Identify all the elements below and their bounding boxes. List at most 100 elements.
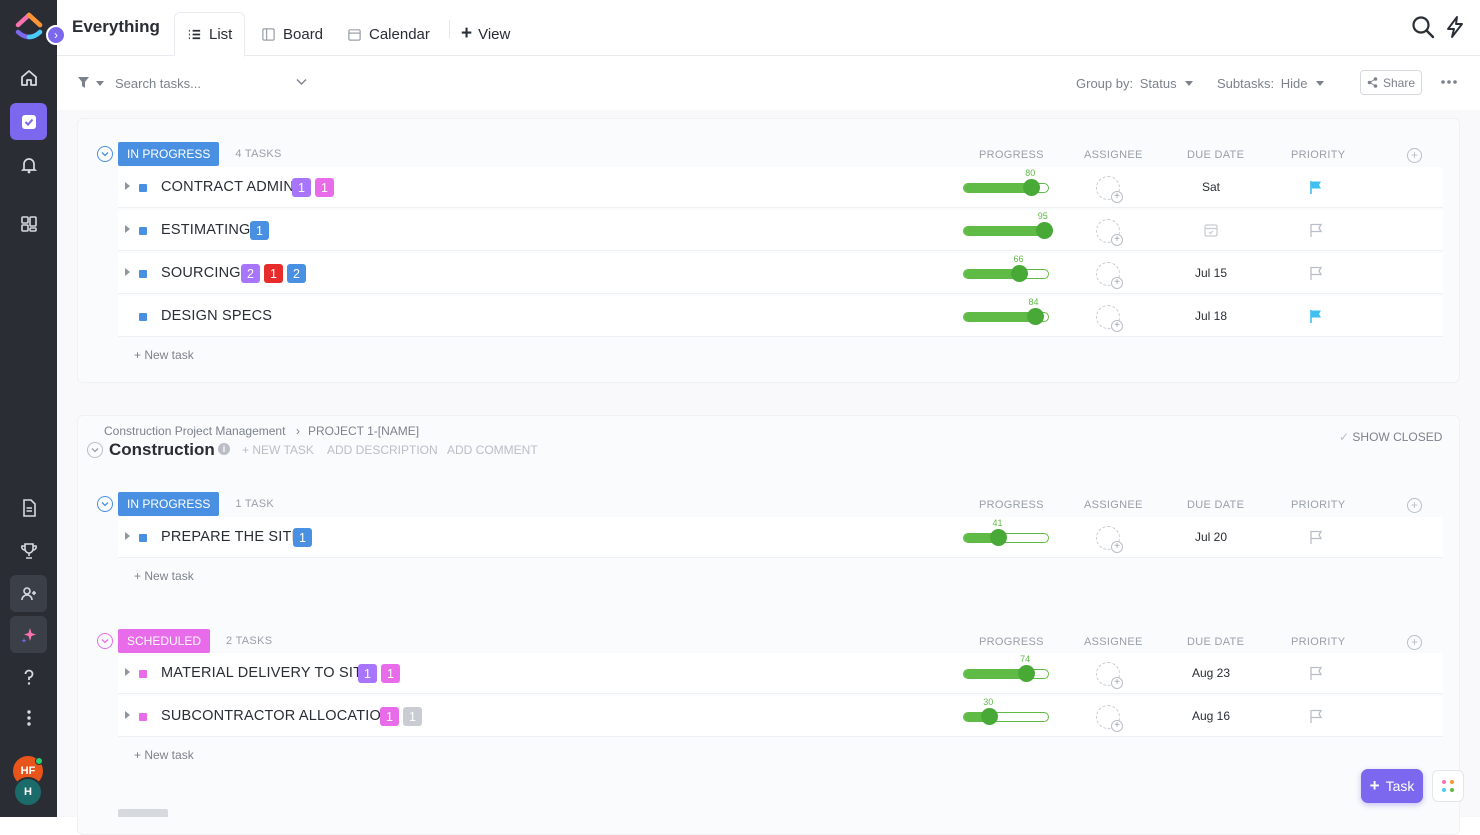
priority-flag-icon[interactable] [1308,179,1324,195]
task-row[interactable]: CONTRACT ADMIN1180+Sat [118,167,1443,208]
subtasks-control[interactable]: Subtasks: Hide [1217,76,1324,91]
avatar-user[interactable]: H [13,777,43,807]
expand-subtasks-icon[interactable] [125,225,130,233]
add-assignee-icon[interactable]: + [1096,262,1120,286]
task-row[interactable]: SUBCONTRACTOR ALLOCATION1130+Aug 16 [118,696,1443,737]
clickup-logo[interactable] [14,10,44,44]
column-header-assignee[interactable]: ASSIGNEE [1084,499,1143,511]
count-badge[interactable]: 1 [315,178,334,197]
column-header-due-date[interactable]: DUE DATE [1187,149,1244,161]
status-square-icon[interactable] [139,184,147,192]
progress-handle[interactable] [1036,222,1053,239]
count-badge[interactable]: 1 [250,221,269,240]
ai-sparkle-icon[interactable] [10,616,47,653]
progress-handle[interactable] [1011,265,1028,282]
add-new-task-link[interactable]: + NEW TASK [242,443,314,457]
count-badge[interactable]: 1 [264,264,283,283]
progress-handle[interactable] [1027,308,1044,325]
more-horizontal-icon[interactable] [1440,79,1458,85]
task-row[interactable]: SOURCING21266+Jul 15 [118,253,1443,294]
progress-slider[interactable]: 30 [963,712,1049,722]
expand-subtasks-icon[interactable] [125,668,130,676]
add-assignee-icon[interactable]: + [1096,526,1120,550]
lightning-icon[interactable] [1442,14,1468,40]
status-badge[interactable]: IN PROGRESS [118,142,219,166]
task-name[interactable]: CONTRACT ADMIN [161,179,294,195]
group-by-control[interactable]: Group by: Status [1076,76,1193,91]
filter-icon[interactable] [77,76,90,89]
expand-subtasks-icon[interactable] [125,268,130,276]
collapse-list-toggle[interactable] [87,442,103,458]
new-task-button[interactable]: + New task [134,748,194,762]
status-square-icon[interactable] [139,534,147,542]
add-assignee-icon[interactable]: + [1096,305,1120,329]
breadcrumb-folder[interactable]: PROJECT 1-[NAME] [308,424,419,438]
new-task-button[interactable]: + New task [134,569,194,583]
breadcrumb-space[interactable]: Construction Project Management [104,424,285,438]
new-task-button[interactable]: + New task [134,348,194,362]
search-input[interactable]: Search tasks... [115,76,201,91]
tab-board[interactable]: Board [249,12,335,56]
task-row[interactable]: PREPARE THE SITE141+Jul 20 [118,517,1443,558]
count-badge[interactable]: 2 [241,264,260,283]
column-header-priority[interactable]: PRIORITY [1291,636,1345,648]
add-column-icon[interactable]: + [1407,635,1422,650]
add-assignee-icon[interactable]: + [1096,705,1120,729]
task-name[interactable]: ESTIMATING [161,222,251,238]
due-date[interactable]: Sat [1178,180,1244,194]
progress-slider[interactable]: 66 [963,269,1049,279]
expand-subtasks-icon[interactable] [125,182,130,190]
task-name[interactable]: MATERIAL DELIVERY TO SITE [161,665,372,681]
share-button[interactable]: Share [1360,70,1422,95]
more-vertical-icon[interactable] [10,699,47,736]
count-badge[interactable]: 1 [380,707,399,726]
add-task-fab[interactable]: + Task [1361,769,1423,803]
count-badge[interactable]: 1 [293,528,312,547]
tab-list[interactable]: List [174,12,245,57]
progress-slider[interactable]: 80 [963,183,1049,193]
tab-calendar[interactable]: Calendar [335,12,442,56]
priority-flag-icon[interactable] [1308,222,1324,238]
goals-trophy-icon[interactable] [10,532,47,569]
column-header-assignee[interactable]: ASSIGNEE [1084,149,1143,161]
status-badge[interactable]: IN PROGRESS [118,492,219,516]
column-header-progress[interactable]: PROGRESS [979,149,1044,161]
invite-people-icon[interactable] [10,575,47,612]
collapse-group-toggle[interactable] [97,633,113,649]
status-square-icon[interactable] [139,270,147,278]
progress-handle[interactable] [1023,179,1040,196]
set-due-date-calendar-icon[interactable] [1203,222,1219,238]
column-header-assignee[interactable]: ASSIGNEE [1084,636,1143,648]
home-icon[interactable] [10,59,47,96]
add-assignee-icon[interactable]: + [1096,219,1120,243]
task-name[interactable]: DESIGN SPECS [161,308,272,324]
due-date[interactable]: Jul 20 [1178,530,1244,544]
task-name[interactable]: PREPARE THE SITE [161,529,301,545]
add-comment-link[interactable]: ADD COMMENT [447,443,538,457]
count-badge[interactable]: 1 [381,664,400,683]
list-name[interactable]: Construction [109,440,215,460]
tasks-icon[interactable] [10,103,47,140]
due-date[interactable]: Aug 16 [1178,709,1244,723]
column-header-priority[interactable]: PRIORITY [1291,499,1345,511]
due-date[interactable]: Jul 18 [1178,309,1244,323]
priority-flag-icon[interactable] [1308,529,1324,545]
apps-grid-button[interactable] [1432,770,1464,802]
column-header-progress[interactable]: PROGRESS [979,636,1044,648]
search-icon[interactable] [1410,14,1436,40]
priority-flag-icon[interactable] [1308,265,1324,281]
chevron-down-icon[interactable] [296,78,307,86]
filter-dropdown-caret-icon[interactable] [96,81,104,86]
expand-sidebar-button[interactable]: › [46,25,66,45]
task-name[interactable]: SOURCING [161,265,241,281]
expand-subtasks-icon[interactable] [125,532,130,540]
docs-icon[interactable] [10,489,47,526]
add-assignee-icon[interactable]: + [1096,662,1120,686]
status-badge[interactable]: SCHEDULED [118,629,210,653]
task-row[interactable]: DESIGN SPECS84+Jul 18 [118,296,1443,337]
status-square-icon[interactable] [139,713,147,721]
task-name[interactable]: SUBCONTRACTOR ALLOCATION [161,708,392,724]
add-column-icon[interactable]: + [1407,498,1422,513]
count-badge[interactable]: 1 [358,664,377,683]
count-badge[interactable]: 1 [403,707,422,726]
